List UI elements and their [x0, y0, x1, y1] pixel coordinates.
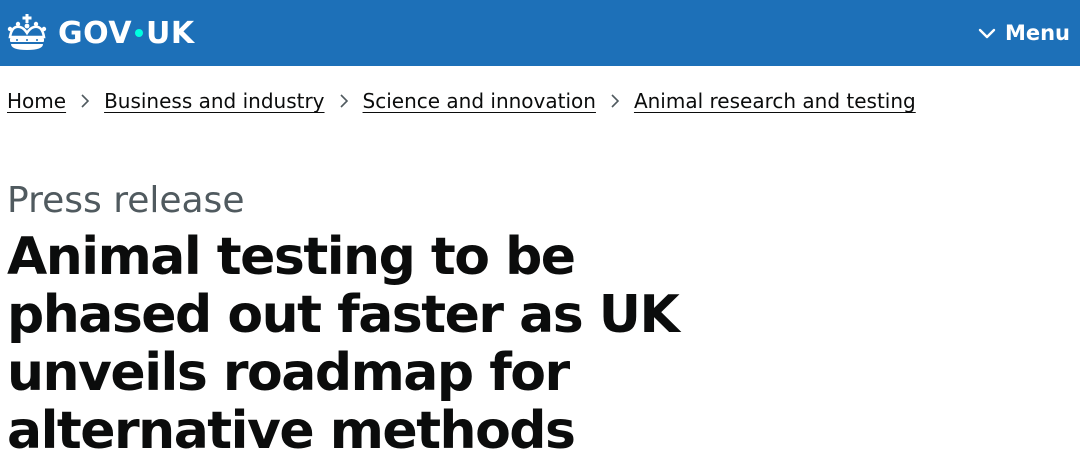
govuk-wordmark: GOV UK — [58, 16, 195, 51]
page-title: Animal testing to be phased out faster a… — [7, 227, 680, 461]
logo-dot — [135, 29, 144, 37]
chevron-right-icon — [339, 93, 349, 109]
chevron-down-icon — [977, 26, 997, 40]
breadcrumb: Home Business and industry Science and i… — [0, 66, 1080, 114]
logo-text-uk: UK — [146, 15, 195, 51]
main-content: Press release Animal testing to be phase… — [0, 180, 1080, 460]
logo-text-gov: GOV — [58, 15, 133, 51]
govuk-logo-link[interactable]: GOV UK — [6, 13, 195, 53]
site-header: GOV UK Menu — [0, 0, 1080, 66]
chevron-right-icon — [610, 93, 620, 109]
page-caption: Press release — [7, 180, 245, 221]
breadcrumb-link-science-and-innovation[interactable]: Science and innovation — [363, 88, 596, 114]
chevron-right-icon — [80, 93, 90, 109]
menu-button[interactable]: Menu — [977, 21, 1070, 45]
breadcrumb-link-animal-research-and-testing[interactable]: Animal research and testing — [634, 88, 916, 114]
breadcrumb-link-business-and-industry[interactable]: Business and industry — [104, 88, 324, 114]
menu-label: Menu — [1004, 21, 1070, 45]
crown-icon — [6, 13, 48, 53]
breadcrumb-link-home[interactable]: Home — [7, 88, 66, 114]
